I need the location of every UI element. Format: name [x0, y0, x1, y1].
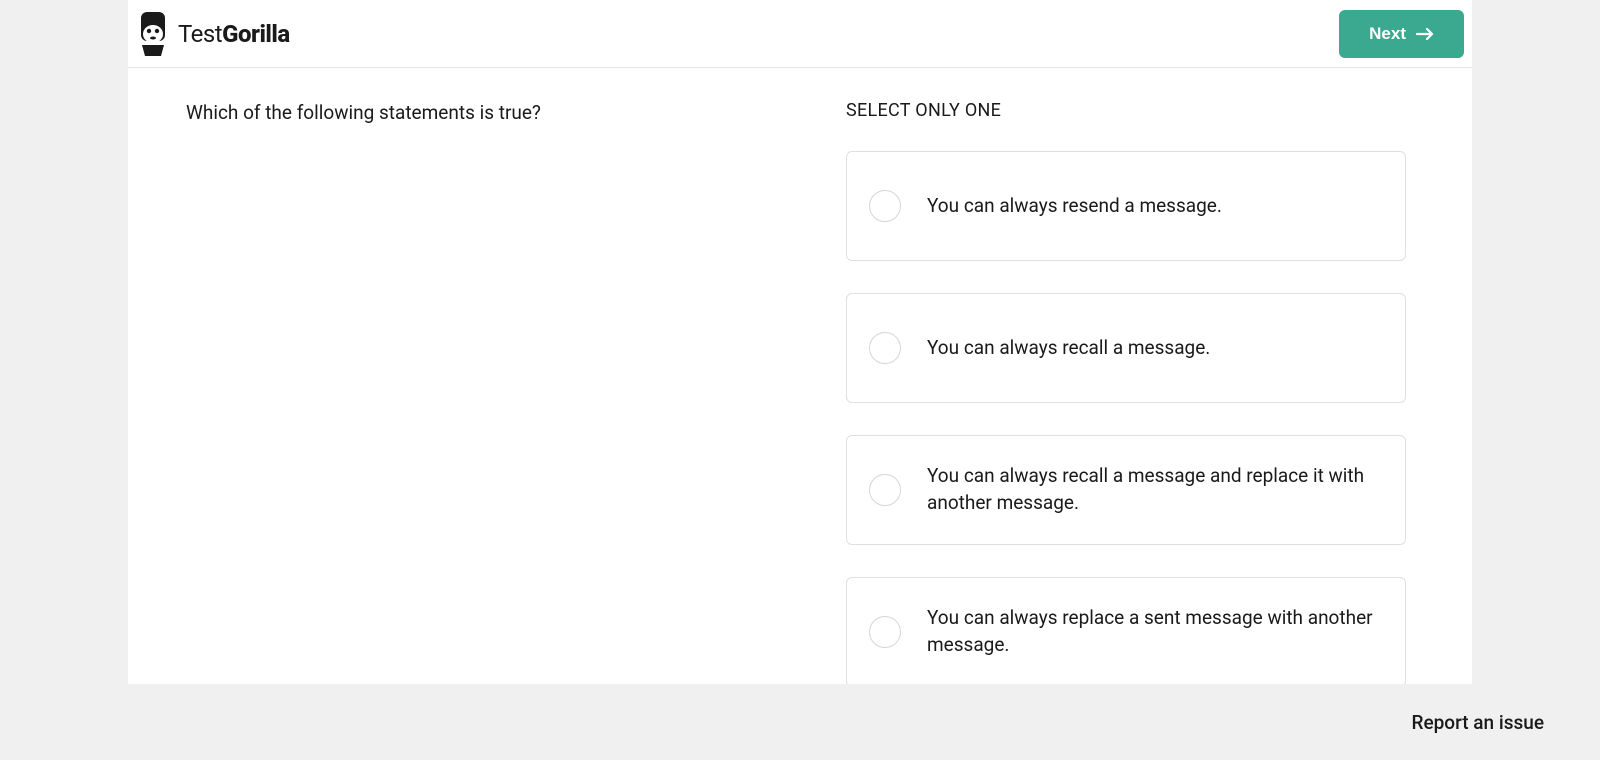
option-text: You can always recall a message and repl… — [927, 463, 1383, 516]
question-prompt: Which of the following statements is tru… — [186, 100, 806, 127]
radio-icon — [869, 332, 901, 364]
answer-option[interactable]: You can always resend a message. — [846, 151, 1406, 261]
report-issue-link[interactable]: Report an issue — [1411, 711, 1544, 734]
main-content: Which of the following statements is tru… — [128, 68, 1472, 752]
answer-option[interactable]: You can always replace a sent message wi… — [846, 577, 1406, 687]
answer-option[interactable]: You can always recall a message and repl… — [846, 435, 1406, 545]
header: TestGorilla Next — [128, 0, 1472, 68]
next-button[interactable]: Next — [1339, 10, 1464, 58]
radio-icon — [869, 616, 901, 648]
question-column: Which of the following statements is tru… — [186, 100, 806, 719]
option-text: You can always recall a message. — [927, 335, 1210, 362]
gorilla-icon — [138, 10, 168, 58]
next-button-label: Next — [1369, 24, 1406, 44]
select-instruction: SELECT ONLY ONE — [846, 100, 1406, 121]
answer-option[interactable]: You can always recall a message. — [846, 293, 1406, 403]
footer: Report an issue — [0, 684, 1600, 760]
logo-text: TestGorilla — [178, 20, 290, 48]
option-text: You can always resend a message. — [927, 193, 1222, 220]
radio-icon — [869, 190, 901, 222]
option-text: You can always replace a sent message wi… — [927, 605, 1383, 658]
logo: TestGorilla — [138, 10, 290, 58]
arrow-right-icon — [1416, 27, 1434, 41]
radio-icon — [869, 474, 901, 506]
answers-column: SELECT ONLY ONE You can always resend a … — [846, 100, 1406, 719]
